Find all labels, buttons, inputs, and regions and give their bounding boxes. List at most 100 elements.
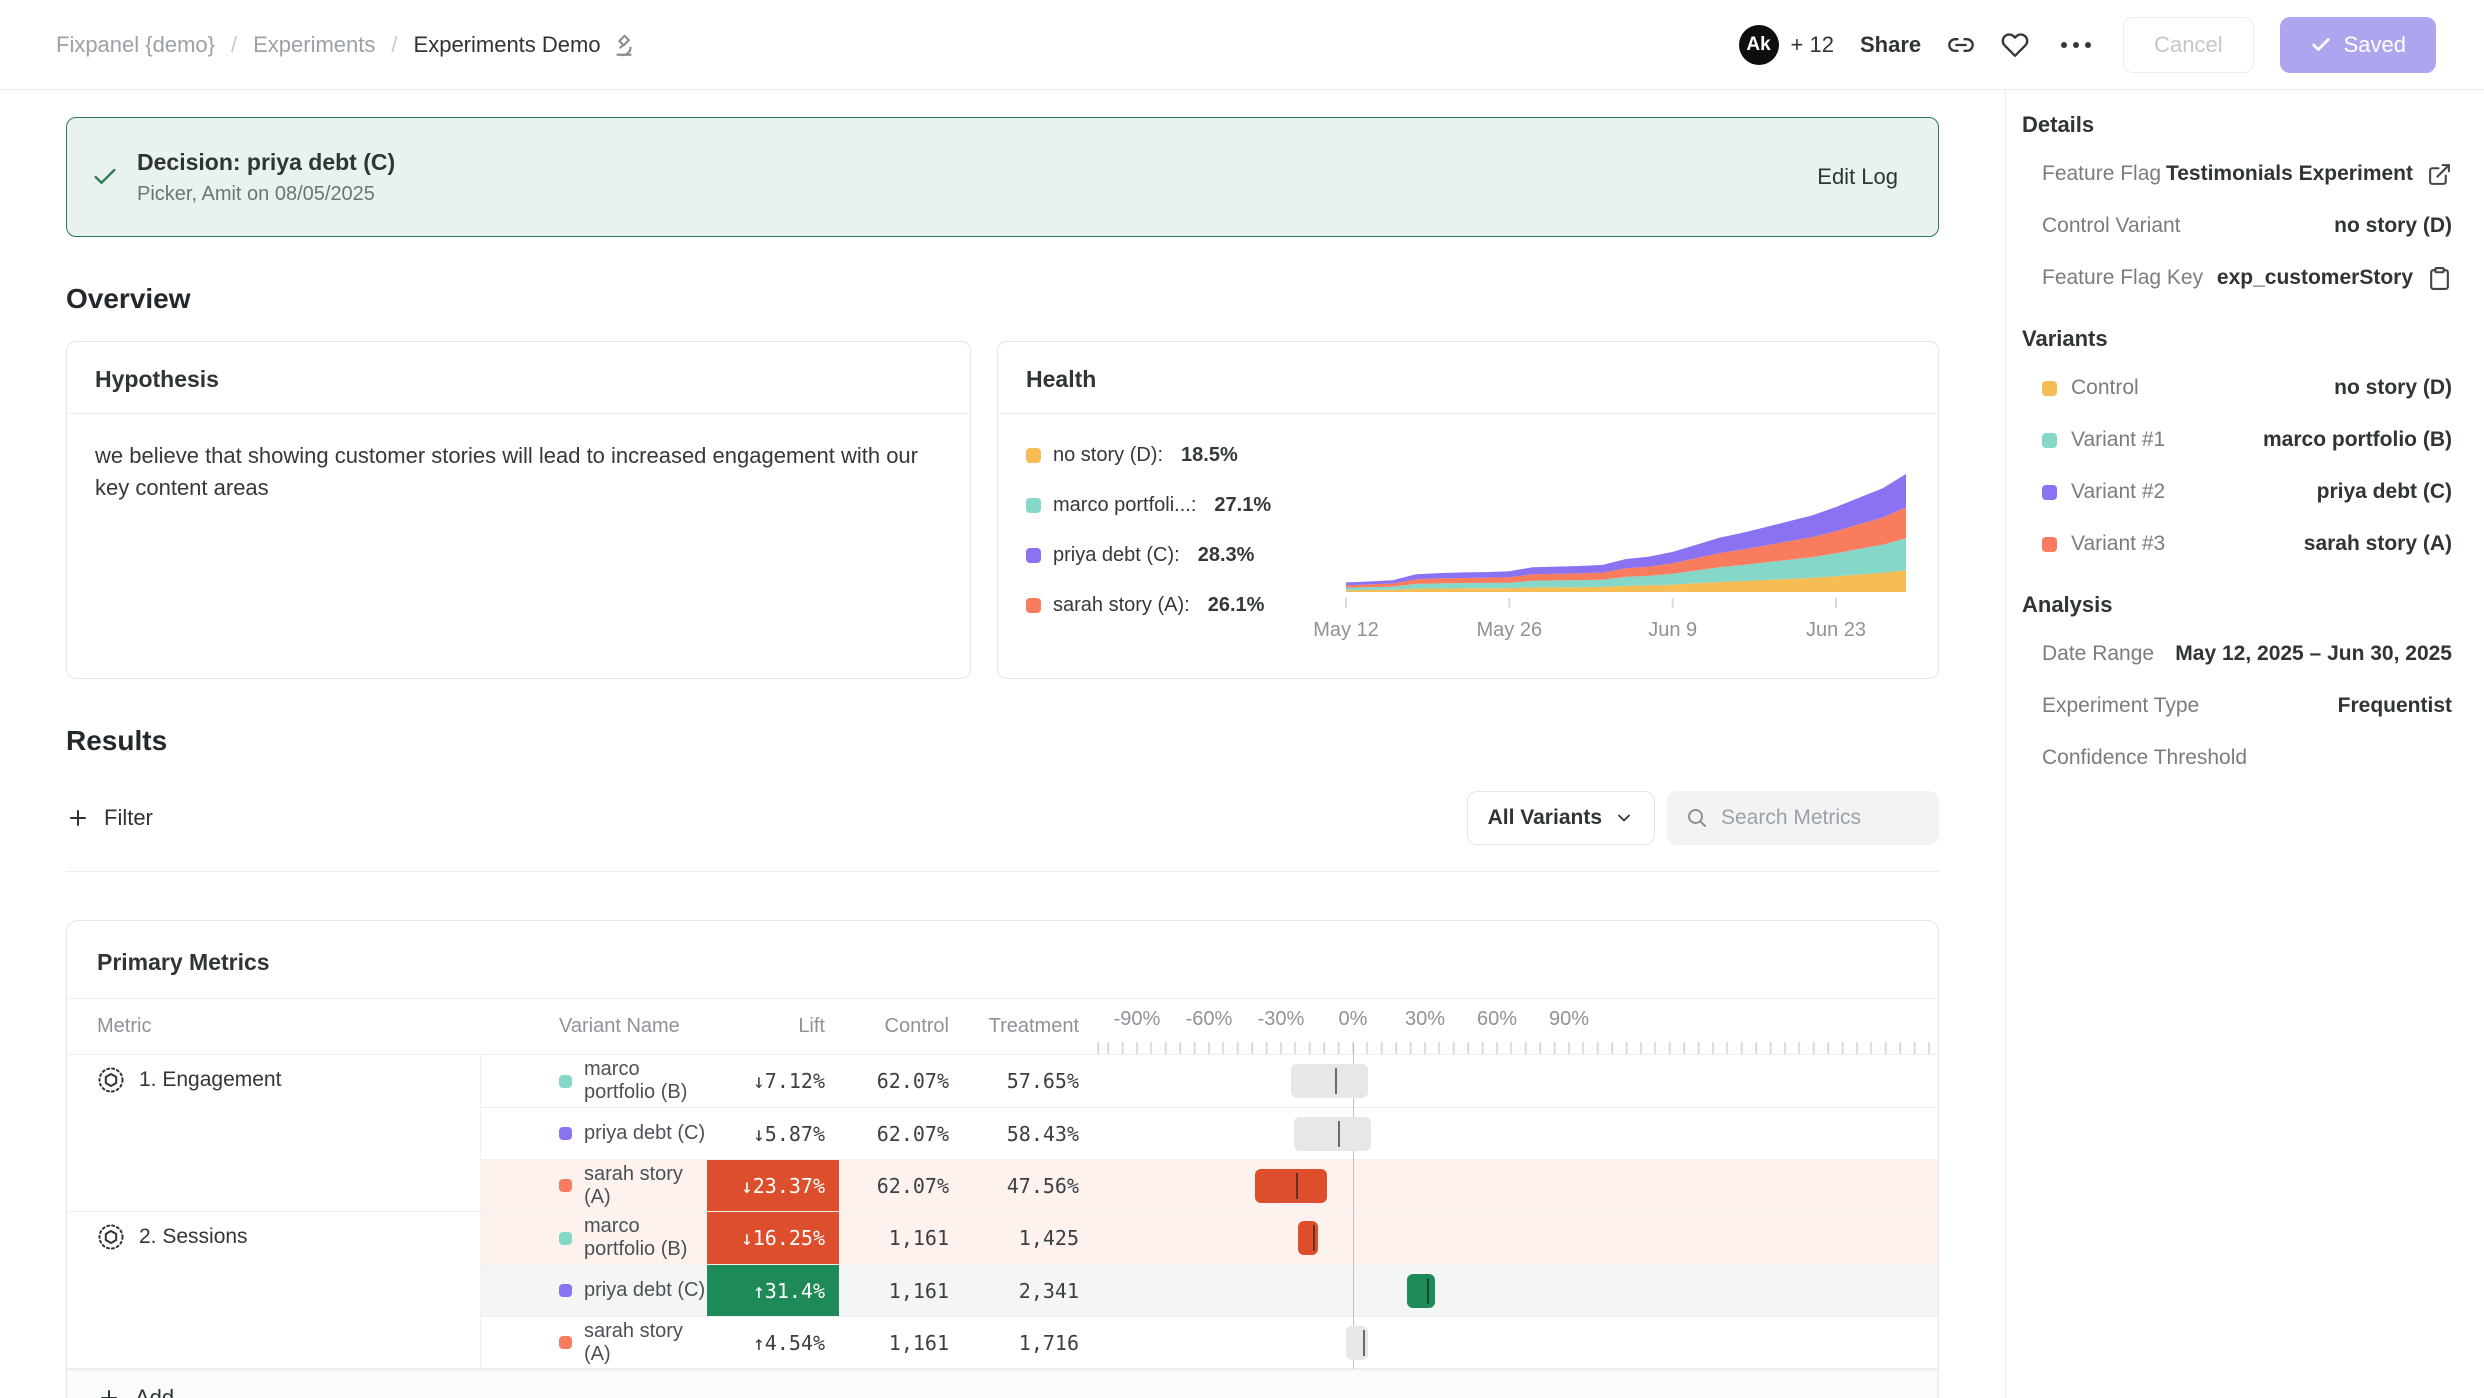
confidence-interval-bar [1298,1221,1318,1255]
variant-label: Variant #1 [2071,428,2165,452]
variant-swatch [559,1232,572,1245]
breadcrumb-current: Experiments Demo [414,32,637,58]
health-legend: no story (D): 18.5% marco portfoli...: 2… [1026,430,1346,644]
confidence-interval-bar [1407,1274,1435,1308]
treatment-value: 57.65% [1007,1069,1079,1093]
add-metric-button[interactable]: Add [67,1369,1938,1398]
svg-text:May 26: May 26 [1477,619,1543,641]
feature-flag-value[interactable]: Testimonials Experiment [2166,162,2413,186]
share-button[interactable]: Share [1860,32,1921,58]
table-row[interactable]: priya debt (C) ↑31.4% 1,161 2,341 [481,1264,1938,1316]
metric-group: 1. Engagement marco portfolio (B) ↓7.12%… [67,1055,1938,1212]
detail-row: Feature Flag Testimonials Experiment [2022,148,2452,200]
add-filter-button[interactable]: Filter [66,805,153,831]
analysis-row: Confidence Threshold [2022,732,2452,784]
search-metrics-input[interactable] [1721,806,1921,830]
metric-name[interactable]: 1. Engagement [67,1055,481,1211]
legend-value: 28.3% [1198,544,1255,567]
favorite-heart-icon[interactable] [2001,31,2029,59]
breadcrumb: Fixpanel {demo} / Experiments / Experime… [56,32,637,58]
clipboard-icon[interactable] [2427,266,2452,291]
legend-label: marco portfoli...: [1053,494,1196,517]
variant-name: marco portfolio (B) [584,1215,707,1261]
column-header-lift: Lift [707,999,839,1054]
saved-button-label: Saved [2344,32,2406,58]
variant-value: no story (D) [2334,376,2452,400]
variant-name: priya debt (C) [584,1279,705,1302]
details-section-title: Details [2022,112,2452,138]
legend-value: 27.1% [1214,494,1271,517]
legend-label: sarah story (A): [1053,594,1190,617]
variant-value: sarah story (A) [2304,532,2452,556]
control-value: 62.07% [877,1122,949,1146]
detail-label: Control Variant [2042,214,2181,238]
axis-tick-label: 0% [1339,1008,1368,1031]
legend-item[interactable]: marco portfoli...: 27.1% [1026,494,1346,517]
edit-log-button[interactable]: Edit Log [1817,164,1898,190]
legend-item[interactable]: priya debt (C): 28.3% [1026,544,1346,567]
variant-swatch [559,1284,572,1297]
lift-tick [1335,1068,1337,1094]
variant-swatch [559,1127,572,1140]
cancel-button[interactable]: Cancel [2123,17,2253,73]
table-row[interactable]: marco portfolio (B) ↓7.12% 62.07% 57.65% [481,1055,1938,1107]
table-row[interactable]: sarah story (A) ↓23.37% 62.07% 47.56% [481,1159,1938,1211]
health-chart: May 12May 26Jun 9Jun 23 [1346,474,1906,642]
analysis-label: Confidence Threshold [2042,746,2247,770]
lift-value: ↑4.54% [753,1331,825,1355]
avatar[interactable]: Ak [1739,25,1779,65]
detail-label: Feature Flag [2042,162,2161,186]
microscope-icon [611,32,637,58]
hypothesis-title: Hypothesis [67,342,970,414]
analysis-section-title: Analysis [2022,592,2452,618]
variant-name: sarah story (A) [584,1320,707,1366]
control-value: 62.07% [877,1069,949,1093]
variant-swatch [559,1336,572,1349]
confidence-interval-bar [1346,1326,1368,1360]
variant-label: Variant #2 [2071,480,2165,504]
confidence-interval-bar [1255,1169,1327,1203]
more-options-icon[interactable] [2055,36,2097,54]
table-row[interactable]: sarah story (A) ↑4.54% 1,161 1,716 [481,1316,1938,1368]
external-link-icon[interactable] [2427,162,2452,187]
page-title: Experiments Demo [414,32,601,58]
collaborators-count[interactable]: + 12 [1791,32,1834,58]
decision-check-icon [91,163,119,191]
variant-name: sarah story (A) [584,1163,707,1209]
lift-value: ↓16.25% [741,1226,825,1250]
decision-title: Decision: priya debt (C) [137,149,395,176]
legend-item[interactable]: no story (D): 18.5% [1026,444,1346,467]
table-row[interactable]: priya debt (C) ↓5.87% 62.07% 58.43% [481,1107,1938,1159]
results-divider [66,871,1939,872]
legend-swatch [1026,448,1041,463]
add-label: Add [135,1385,174,1398]
variants-dropdown[interactable]: All Variants [1467,791,1655,845]
axis-ruler [1093,1042,1938,1054]
variant-swatch [2042,537,2057,552]
table-row[interactable]: marco portfolio (B) ↓16.25% 1,161 1,425 [481,1212,1938,1264]
breadcrumb-project[interactable]: Fixpanel {demo} [56,32,215,58]
control-value: 1,161 [889,1226,949,1250]
lift-value: ↓23.37% [741,1174,825,1198]
legend-item[interactable]: sarah story (A): 26.1% [1026,594,1346,617]
variant-row: Variant #3 sarah story (A) [2022,518,2452,570]
confidence-interval-bar [1291,1064,1368,1098]
control-value: 1,161 [889,1279,949,1303]
control-value: 62.07% [877,1174,949,1198]
treatment-value: 2,341 [1019,1279,1079,1303]
variant-name: marco portfolio (B) [584,1058,707,1104]
lift-tick [1296,1173,1298,1199]
variants-dropdown-value: All Variants [1488,806,1602,830]
breadcrumb-experiments[interactable]: Experiments [253,32,375,58]
metric-name[interactable]: 2. Sessions [67,1212,481,1368]
search-metrics-box [1667,791,1939,845]
lift-tick [1338,1121,1340,1147]
treatment-value: 1,716 [1019,1331,1079,1355]
copy-link-icon[interactable] [1947,31,1975,59]
axis-tick-label: -90% [1114,1008,1161,1031]
lift-axis: -90% -60% -30% 0% 30% 60% 90% [1093,999,1938,1054]
saved-button[interactable]: Saved [2280,17,2436,73]
column-header-metric: Metric [67,999,481,1054]
overview-heading: Overview [66,283,1939,315]
breadcrumb-separator: / [231,32,237,58]
